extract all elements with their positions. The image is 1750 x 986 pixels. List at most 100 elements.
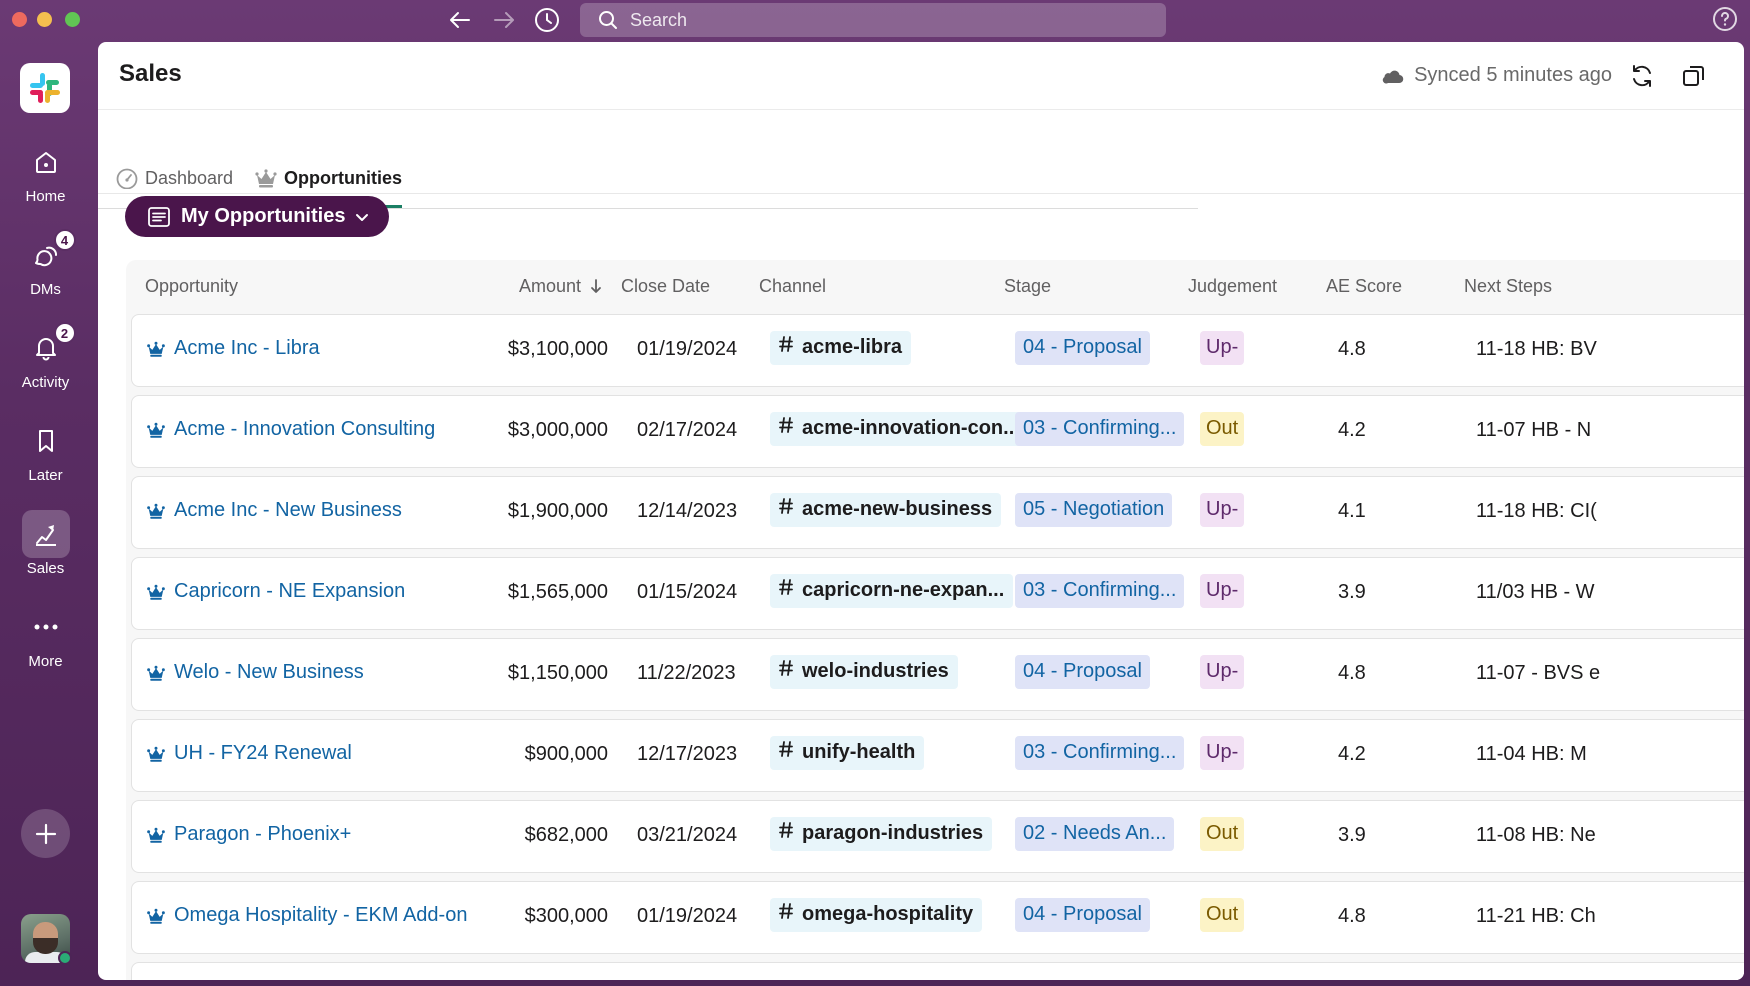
- column-header-stage[interactable]: Stage: [1004, 276, 1051, 297]
- sales-icon: [21, 510, 70, 558]
- opportunity-link[interactable]: Acme Inc - New Business: [146, 499, 402, 522]
- judgement-pill[interactable]: Up-: [1200, 493, 1245, 527]
- rail-item-dms[interactable]: 4 DMs: [0, 229, 91, 298]
- rail-item-activity-label: Activity: [21, 374, 70, 391]
- search-input[interactable]: Search: [580, 3, 1166, 37]
- column-header-next-steps[interactable]: Next Steps: [1464, 276, 1552, 297]
- rail-item-more[interactable]: More: [0, 603, 91, 670]
- judgement-pill[interactable]: Up-: [1200, 736, 1245, 770]
- channel-pill[interactable]: paragon-industries: [770, 817, 993, 851]
- search-placeholder: Search: [630, 9, 688, 30]
- opportunity-link[interactable]: Capricorn - NE Expansion: [146, 580, 405, 603]
- channel-pill[interactable]: acme-innovation-con...: [770, 412, 1029, 446]
- tab-divider: [98, 193, 1744, 194]
- table-row[interactable]: Acme Inc - New Business $1,900,000 12/14/2…: [131, 476, 1744, 549]
- channel-hash-icon: [779, 579, 793, 595]
- opportunity-link[interactable]: Acme - Innovation Consulting: [146, 418, 435, 441]
- table-row[interactable]: Acme Inc - Libra $3,100,000 01/19/2024 acme…: [131, 314, 1744, 387]
- rail-item-activity[interactable]: 2 Activity: [0, 322, 91, 391]
- table-row[interactable]: Capricorn - NE Expansion $1,565,000 01/15/…: [131, 557, 1744, 630]
- stage-pill[interactable]: 03 - Confirming...: [1015, 736, 1185, 770]
- history-clock-icon[interactable]: [532, 6, 562, 34]
- channel-pill[interactable]: capricorn-ne-expan...: [770, 574, 1014, 608]
- table-row[interactable]: Acme - Innovation Consulting $3,000,000 02…: [131, 395, 1744, 468]
- rail-item-home-label: Home: [25, 188, 66, 205]
- rail-item-dms-label: DMs: [30, 281, 61, 298]
- table-row[interactable]: Paragon - Phoenix+ $682,000 03/21/2024 para…: [131, 800, 1744, 873]
- channel-pill[interactable]: acme-new-business: [770, 493, 1002, 527]
- channel-pill[interactable]: unify-health: [770, 736, 925, 770]
- opportunity-link[interactable]: Acme Inc - Libra: [146, 337, 320, 360]
- opportunity-link[interactable]: Paragon - Phoenix+: [146, 823, 351, 846]
- column-header-close-date[interactable]: Close Date: [621, 276, 710, 297]
- opportunity-name: Welo - New Business: [174, 661, 364, 683]
- table-row[interactable]: UH - FY24 Renewal $900,000 12/17/2023 unify…: [131, 719, 1744, 792]
- crown-icon: [147, 746, 165, 762]
- stage-pill[interactable]: 04 - Proposal: [1015, 655, 1150, 689]
- stage-pill[interactable]: 03 - Confirming...: [1015, 574, 1185, 608]
- stage-pill[interactable]: 02 - Needs An...: [1015, 817, 1175, 851]
- table-row[interactable]: Welo - New Business $1,150,000 11/22/2023 w…: [131, 638, 1744, 711]
- page-title: Sales: [119, 60, 182, 87]
- view-selector-button[interactable]: My Opportunities: [125, 196, 389, 237]
- table-row[interactable]: Omega Hospitality - EKM Add-on $300,000 01…: [131, 881, 1744, 954]
- column-header-amount[interactable]: Amount: [519, 276, 602, 297]
- opportunity-link[interactable]: Omega Hospitality - EKM Add-on: [146, 904, 467, 927]
- channel-name: omega-hospitality: [802, 903, 974, 925]
- channel-name: capricorn-ne-expan...: [802, 579, 1005, 601]
- judgement-pill[interactable]: Out: [1200, 898, 1245, 932]
- ae-score-cell: 3.9: [1338, 824, 1366, 846]
- help-icon[interactable]: [1712, 6, 1738, 37]
- stage-pill[interactable]: 04 - Proposal: [1015, 331, 1150, 365]
- close-date-cell: 11/22/2023: [637, 662, 736, 684]
- opportunity-link[interactable]: Welo - New Business: [146, 661, 364, 684]
- sync-status-text: Synced 5 minutes ago: [1414, 64, 1612, 86]
- rail-item-sales[interactable]: Sales: [0, 510, 91, 577]
- next-steps-cell: 11-04 HB: M: [1476, 743, 1587, 765]
- amount-cell: $1,565,000: [507, 581, 608, 603]
- next-steps-cell: 11/03 HB - W: [1476, 581, 1595, 603]
- column-header-ae-score[interactable]: AE Score: [1326, 276, 1402, 297]
- rail-item-later[interactable]: Later: [0, 417, 91, 484]
- slack-logo-icon: [30, 73, 60, 103]
- next-steps-cell: 11-08 HB: Ne: [1476, 824, 1596, 846]
- tab-dashboard-label: Dashboard: [145, 168, 234, 188]
- minimize-window-button[interactable]: [37, 12, 52, 27]
- rail-item-sales-label: Sales: [26, 560, 65, 577]
- forward-arrow-icon[interactable]: [489, 6, 519, 34]
- channel-pill[interactable]: omega-hospitality: [770, 898, 983, 932]
- dms-badge: 4: [53, 229, 76, 251]
- column-header-opportunity[interactable]: Opportunity: [145, 276, 238, 297]
- add-workspace-button[interactable]: [21, 809, 70, 858]
- opportunity-link[interactable]: UH - FY24 Renewal: [146, 742, 352, 765]
- close-date-cell: 12/14/2023: [637, 500, 738, 522]
- channel-name: acme-libra: [802, 336, 903, 358]
- close-window-button[interactable]: [12, 12, 27, 27]
- open-in-window-icon[interactable]: [1678, 60, 1710, 92]
- judgement-pill[interactable]: Up-: [1200, 655, 1245, 689]
- sync-status: Synced 5 minutes ago: [1382, 64, 1612, 87]
- judgement-pill[interactable]: Up-: [1200, 331, 1245, 365]
- stage-pill[interactable]: 05 - Negotiation: [1015, 493, 1173, 527]
- amount-cell: $3,100,000: [507, 338, 608, 360]
- channel-pill[interactable]: welo-industries: [770, 655, 958, 689]
- judgement-pill[interactable]: Out: [1200, 412, 1245, 446]
- judgement-pill[interactable]: Out: [1200, 817, 1245, 851]
- workspace-logo[interactable]: [20, 63, 70, 113]
- stage-pill[interactable]: 03 - Confirming...: [1015, 412, 1185, 446]
- column-header-channel[interactable]: Channel: [759, 276, 826, 297]
- refresh-icon[interactable]: [1626, 60, 1658, 92]
- next-steps-cell: 11-21 HB: Ch: [1476, 905, 1596, 927]
- stage-pill[interactable]: 04 - Proposal: [1015, 898, 1150, 932]
- column-header-judgement[interactable]: Judgement: [1188, 276, 1277, 297]
- channel-pill[interactable]: acme-libra: [770, 331, 912, 365]
- channel-hash-icon: [779, 498, 793, 514]
- channel-name: welo-industries: [802, 660, 949, 682]
- zoom-window-button[interactable]: [65, 12, 80, 27]
- opportunities-table: Opportunity Amount Close Date Channel St…: [126, 260, 1744, 980]
- next-steps-cell: 11-07 - BVS e: [1476, 662, 1601, 684]
- rail-item-home[interactable]: Home: [0, 138, 91, 205]
- back-arrow-icon[interactable]: [445, 6, 475, 34]
- judgement-pill[interactable]: Up-: [1200, 574, 1245, 608]
- opportunity-name: Paragon - Phoenix+: [174, 823, 352, 845]
